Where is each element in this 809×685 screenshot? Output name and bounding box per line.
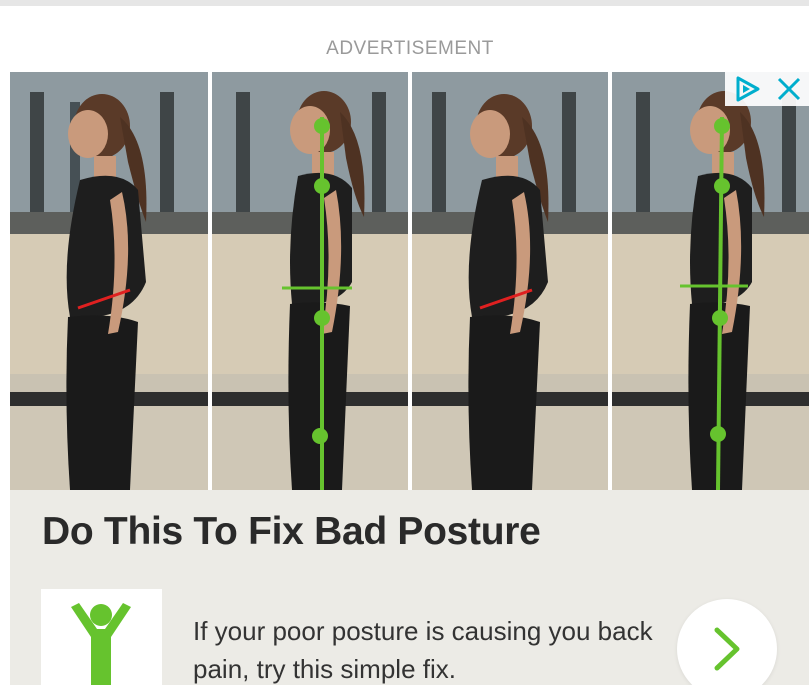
advertisement-label: ADVERTISEMENT <box>326 38 494 59</box>
top-divider <box>0 0 809 6</box>
chevron-right-icon <box>707 624 747 674</box>
posture-photo-before-2 <box>412 72 608 490</box>
adchoices-bar <box>725 72 809 106</box>
posture-photo-after-2 <box>612 72 809 490</box>
ad-headline[interactable]: Do This To Fix Bad Posture <box>42 510 541 554</box>
posture-photo-after-1 <box>212 72 408 490</box>
ad-card[interactable]: Do This To Fix Bad Posture If your poor … <box>10 72 809 685</box>
advertiser-logo <box>41 589 162 685</box>
ad-description[interactable]: If your poor posture is causing you back… <box>193 612 653 685</box>
posture-photo-before-1 <box>10 72 208 490</box>
ad-hero-image[interactable] <box>10 72 809 490</box>
ad-cta-button[interactable] <box>677 599 777 685</box>
adchoices-icon[interactable] <box>732 74 762 104</box>
person-arms-raised-icon <box>41 589 162 685</box>
close-icon[interactable] <box>775 75 803 103</box>
